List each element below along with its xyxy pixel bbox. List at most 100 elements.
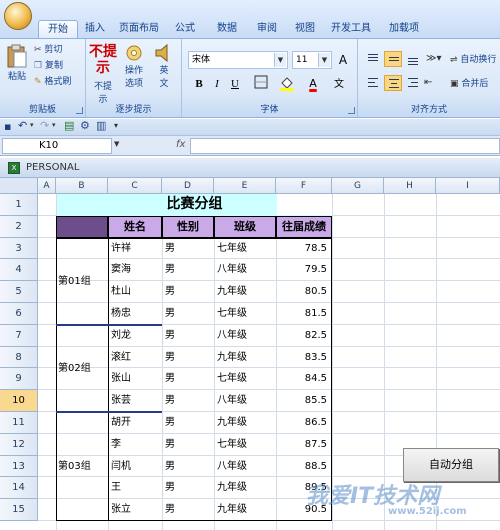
gender-cell[interactable]: 男 xyxy=(165,368,213,390)
align-bottom-button[interactable] xyxy=(404,51,422,67)
gender-cell[interactable]: 男 xyxy=(165,281,213,303)
class-cell[interactable]: 九年级 xyxy=(217,499,275,521)
name-box-dropdown-icon[interactable]: ▼ xyxy=(114,140,119,148)
name-cell[interactable]: 张立 xyxy=(111,499,161,521)
undo-dropdown-icon[interactable]: ▾ xyxy=(30,121,34,129)
class-cell[interactable]: 七年级 xyxy=(217,303,275,325)
chevron-down-icon[interactable]: ▼ xyxy=(318,53,330,67)
row-header-11[interactable]: 11 xyxy=(0,412,38,434)
font-name-combo[interactable]: 宋体 ▼ xyxy=(188,51,288,69)
class-cell[interactable]: 八年级 xyxy=(217,456,275,478)
class-cell[interactable]: 九年级 xyxy=(217,281,275,303)
name-cell[interactable]: 胡开 xyxy=(111,412,161,434)
auto-group-button[interactable]: 自动分组 xyxy=(403,448,499,482)
gender-cell[interactable]: 男 xyxy=(165,477,213,499)
save-icon[interactable]: ▪ xyxy=(4,120,11,133)
row-header-14[interactable]: 14 xyxy=(0,477,38,500)
row-header-1[interactable]: 1 xyxy=(0,194,38,216)
tab-home[interactable]: 开始 xyxy=(38,20,78,38)
score-cell[interactable]: 81.5 xyxy=(277,303,331,325)
class-cell[interactable]: 七年级 xyxy=(217,434,275,456)
gender-cell[interactable]: 男 xyxy=(165,499,213,521)
merge-center-button[interactable]: ▣ 合并后 xyxy=(450,77,488,91)
formula-input[interactable] xyxy=(190,138,500,154)
decrease-indent-button[interactable]: ⇤ xyxy=(424,75,442,91)
row-header-5[interactable]: 5 xyxy=(0,281,38,303)
fill-color-button[interactable] xyxy=(278,75,296,93)
name-cell[interactable]: 刘龙 xyxy=(111,325,161,347)
office-button[interactable] xyxy=(4,2,34,36)
row-header-13[interactable]: 13 xyxy=(0,455,38,478)
options-button[interactable]: 操作 选项 xyxy=(120,43,148,89)
column-header-g[interactable]: G xyxy=(332,178,384,194)
phonetic-button[interactable]: 文 xyxy=(330,75,348,93)
name-cell[interactable]: 杜山 xyxy=(111,281,161,303)
row-header-10[interactable]: 10 xyxy=(0,390,38,412)
column-header-d[interactable]: D xyxy=(162,178,214,194)
class-cell[interactable]: 八年级 xyxy=(217,390,275,412)
gender-cell[interactable]: 男 xyxy=(165,238,213,260)
score-cell[interactable]: 82.5 xyxy=(277,325,331,347)
chart-icon[interactable]: ▥ xyxy=(96,119,106,132)
header-score-cell[interactable]: 往届成绩 xyxy=(276,215,332,238)
row-header-8[interactable]: 8 xyxy=(0,346,38,369)
redo-dropdown-icon[interactable]: ▾ xyxy=(52,121,56,129)
score-cell[interactable]: 80.5 xyxy=(277,281,331,303)
cut-button[interactable]: ✂ 剪切 xyxy=(34,43,62,57)
format-painter-button[interactable]: ✎ 格式刷 xyxy=(34,75,71,89)
gender-cell[interactable]: 男 xyxy=(165,325,213,347)
gender-cell[interactable]: 男 xyxy=(165,412,213,434)
gender-cell[interactable]: 男 xyxy=(165,303,213,325)
row-header-15[interactable]: 15 xyxy=(0,499,38,521)
group-label-cell[interactable]: 第01组 xyxy=(58,238,107,325)
score-cell[interactable]: 84.5 xyxy=(277,368,331,390)
name-cell[interactable]: 窦海 xyxy=(111,259,161,281)
tab-page-layout[interactable]: 页面布局 xyxy=(114,20,164,38)
row-header-9[interactable]: 9 xyxy=(0,368,38,391)
name-cell[interactable]: 张山 xyxy=(111,368,161,390)
header-class-cell[interactable]: 班级 xyxy=(214,215,276,238)
class-cell[interactable]: 八年级 xyxy=(217,259,275,281)
column-header-b[interactable]: B xyxy=(56,178,108,194)
name-cell[interactable]: 王 xyxy=(111,477,161,499)
font-size-combo[interactable]: 11 ▼ xyxy=(292,51,332,69)
header-name-cell[interactable]: 姓名 xyxy=(108,215,162,238)
score-cell[interactable]: 79.5 xyxy=(277,259,331,281)
tab-developer[interactable]: 开发工具 xyxy=(328,20,374,38)
score-cell[interactable]: 87.5 xyxy=(277,434,331,456)
column-header-e[interactable]: E xyxy=(214,178,276,194)
row-header-3[interactable]: 3 xyxy=(0,237,38,260)
score-cell[interactable]: 86.5 xyxy=(277,412,331,434)
bold-button[interactable]: B xyxy=(190,75,208,93)
class-cell[interactable]: 七年级 xyxy=(217,238,275,260)
select-all-corner[interactable] xyxy=(0,178,38,194)
tab-review[interactable]: 审阅 xyxy=(252,20,282,38)
orientation-button[interactable]: ≫▾ xyxy=(426,51,444,67)
align-middle-button[interactable] xyxy=(384,51,402,67)
tab-formulas[interactable]: 公式 xyxy=(170,20,200,38)
column-header-f[interactable]: F xyxy=(276,178,332,194)
row-header-4[interactable]: 4 xyxy=(0,259,38,282)
customize-qat-icon[interactable]: ▾ xyxy=(114,121,118,130)
header-gender-cell[interactable]: 性别 xyxy=(162,215,214,238)
group-label-cell[interactable]: 第02组 xyxy=(58,325,107,412)
gender-cell[interactable]: 男 xyxy=(165,434,213,456)
italic-button[interactable]: I xyxy=(208,75,226,93)
class-cell[interactable]: 七年级 xyxy=(217,368,275,390)
class-cell[interactable]: 九年级 xyxy=(217,412,275,434)
redo-icon[interactable]: ↷ xyxy=(40,119,49,132)
score-cell[interactable]: 78.5 xyxy=(277,238,331,260)
fx-icon[interactable]: fx xyxy=(176,139,185,150)
underline-button[interactable]: U xyxy=(226,75,244,93)
gender-cell[interactable]: 男 xyxy=(165,347,213,369)
column-header-i[interactable]: I xyxy=(436,178,500,194)
row-header-6[interactable]: 6 xyxy=(0,303,38,325)
row-header-2[interactable]: 2 xyxy=(0,215,38,238)
tab-addins[interactable]: 加载项 xyxy=(384,20,424,38)
name-cell[interactable]: 闫机 xyxy=(111,456,161,478)
chevron-down-icon[interactable]: ▼ xyxy=(274,53,286,67)
name-box[interactable]: K10 xyxy=(2,138,112,154)
gender-cell[interactable]: 男 xyxy=(165,390,213,412)
align-center-button[interactable] xyxy=(384,75,402,91)
score-cell[interactable]: 88.5 xyxy=(277,456,331,478)
